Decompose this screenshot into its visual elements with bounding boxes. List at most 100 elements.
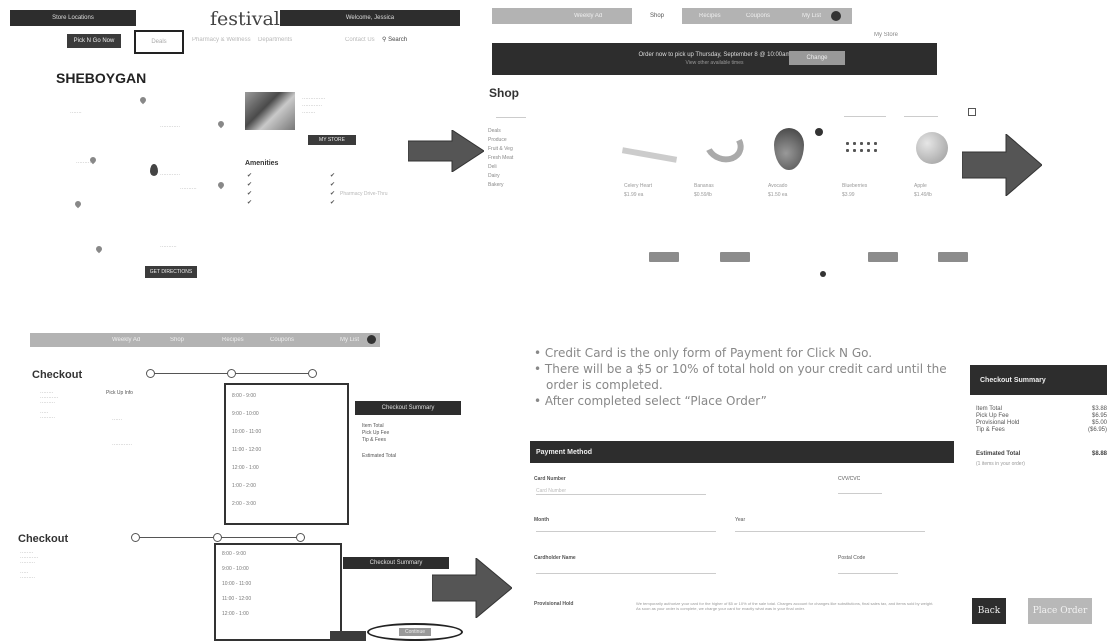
tab-weekly-ad[interactable]: Weekly Ad [574, 13, 602, 19]
cvv-input[interactable] [838, 493, 882, 494]
category-item[interactable]: Fresh Meat [488, 154, 513, 163]
back-button[interactable] [330, 631, 366, 641]
product-name: Celery Heart [624, 183, 653, 189]
tab-weekly-ad[interactable]: Weekly Ad [112, 337, 140, 343]
add-to-cart-button[interactable] [720, 252, 750, 262]
add-to-cart-button[interactable] [649, 252, 679, 262]
product-card[interactable] [844, 140, 878, 156]
continue-button[interactable]: Continue [367, 623, 463, 641]
time-slot[interactable]: 8:00 - 9:00 [216, 545, 340, 557]
estimated-total-label: Estimated Total [976, 451, 1021, 457]
category-item[interactable]: Deals [488, 127, 513, 136]
product-name: Apple [914, 183, 927, 189]
map-text: ············ [160, 172, 180, 178]
add-to-cart-button[interactable] [868, 252, 898, 262]
tab-shop[interactable]: Shop [170, 337, 184, 343]
grid-view-icon[interactable] [968, 108, 976, 116]
progress-step-icon [308, 369, 317, 378]
pickup-now-button[interactable]: Pick N Go Now [67, 34, 121, 48]
category-item[interactable]: Dairy [488, 172, 513, 181]
category-item[interactable]: Bakery [488, 181, 513, 190]
map-text: ·········· [180, 186, 197, 192]
month-select[interactable] [536, 531, 716, 532]
pickup-banner: Order now to pick up Thursday, September… [492, 43, 937, 75]
nav-deals[interactable]: Deals [134, 30, 184, 54]
postal-label: Postal Code [838, 555, 866, 561]
payment-note-text: There will be a $5 or 10% of total hold … [544, 362, 947, 392]
back-button[interactable]: Back [972, 598, 1006, 624]
tab-shop[interactable]: Shop [632, 8, 682, 24]
nav-contact[interactable]: Contact Us [345, 37, 375, 43]
map-pin-icon[interactable] [94, 244, 104, 254]
selected-store-pin-icon[interactable] [150, 164, 158, 176]
my-store-link[interactable]: My Store [874, 32, 898, 38]
summary-row-label: Provisional Hold [976, 420, 1020, 426]
summary-row-value: $3.88 [1091, 406, 1107, 412]
tab-coupons[interactable]: Coupons [746, 13, 770, 19]
map-pin-icon[interactable] [138, 95, 148, 105]
my-store-button[interactable]: MY STORE [308, 135, 356, 145]
nav-departments[interactable]: Departments [258, 37, 292, 43]
time-slot[interactable]: 11:00 - 12:00 [226, 435, 347, 453]
checkout-nav-bar [30, 333, 380, 347]
time-slot[interactable]: 10:00 - 11:00 [216, 572, 340, 587]
product-price: $3.99 [842, 192, 855, 198]
category-item[interactable]: Produce [488, 136, 513, 145]
time-slot[interactable]: 12:00 - 1:00 [226, 453, 347, 471]
nav-pharmacy[interactable]: Pharmacy & Wellness [192, 37, 251, 43]
postal-input[interactable] [838, 573, 898, 574]
tab-my-list[interactable]: My List [340, 337, 359, 343]
sort-control[interactable] [844, 111, 886, 117]
time-slot[interactable]: 12:00 - 1:00 [216, 602, 340, 617]
change-time-button[interactable]: Change [789, 51, 845, 65]
provisional-hold-text: We temporarily authorize your card for t… [636, 601, 934, 611]
apple-image [916, 132, 948, 164]
map-pin-icon[interactable] [216, 119, 226, 129]
filter-control[interactable] [904, 111, 938, 117]
summary-row: Item Total $3.88 [976, 406, 1107, 413]
add-to-cart-button[interactable] [938, 252, 968, 262]
get-directions-button[interactable]: GET DIRECTIONS [145, 266, 197, 278]
time-slot-dropdown[interactable]: 8:00 - 9:00 9:00 - 10:00 10:00 - 11:00 1… [224, 383, 349, 525]
map-pin-icon[interactable] [216, 180, 226, 190]
tab-recipes[interactable]: Recipes [222, 337, 244, 343]
map-text: ·········· [76, 160, 93, 166]
checkout-summary-title: Checkout Summary [381, 405, 435, 411]
product-card[interactable] [699, 122, 749, 168]
cart-icon[interactable] [831, 11, 841, 21]
year-select[interactable] [735, 531, 925, 532]
summary-row: Pick Up Fee $6.95 [976, 413, 1107, 420]
pickup-field[interactable]: ············ [112, 442, 132, 448]
time-slot[interactable]: 8:00 - 9:00 [226, 385, 347, 399]
amenities-checklist: ✔ ✔ ✔ ✔ [247, 173, 253, 206]
shop-search-input[interactable] [496, 110, 526, 118]
time-slot[interactable]: 9:00 - 10:00 [226, 399, 347, 417]
time-slot[interactable]: 11:00 - 12:00 [216, 587, 340, 602]
cardholder-input[interactable] [536, 573, 716, 574]
pickup-field[interactable]: ······ [112, 417, 122, 423]
product-card[interactable] [621, 142, 678, 163]
store-locations-bar[interactable]: Store Locations [10, 10, 136, 26]
time-slot[interactable]: 10:00 - 11:00 [226, 417, 347, 435]
welcome-bar[interactable]: Welcome, Jessica [280, 10, 460, 26]
time-slot[interactable]: 2:00 - 3:00 [226, 489, 347, 507]
amenity-extra: Pharmacy Drive-Thru [340, 191, 388, 197]
map-pin-icon[interactable] [73, 199, 83, 209]
checkout-summary-title: Checkout Summary [980, 376, 1046, 384]
place-order-label: Place Order [1032, 606, 1088, 616]
place-order-button[interactable]: Place Order [1028, 598, 1092, 624]
tab-recipes[interactable]: Recipes [699, 13, 721, 19]
tab-coupons[interactable]: Coupons [270, 337, 294, 343]
nav-search[interactable]: ⚲ Search [382, 36, 407, 43]
product-card[interactable] [916, 132, 948, 164]
category-item[interactable]: Fruit & Veg [488, 145, 513, 154]
time-slot[interactable]: 9:00 - 10:00 [216, 557, 340, 572]
cart-icon[interactable] [367, 335, 376, 344]
card-number-input[interactable]: Card Number [536, 488, 706, 495]
tab-my-list[interactable]: My List [802, 13, 821, 19]
time-slot-dropdown[interactable]: 8:00 - 9:00 9:00 - 10:00 10:00 - 11:00 1… [214, 543, 342, 641]
product-card[interactable] [774, 128, 804, 170]
time-slot[interactable]: 1:00 - 2:00 [226, 471, 347, 489]
category-item[interactable]: Deli [488, 163, 513, 172]
festival-logo[interactable]: festival [210, 8, 280, 30]
